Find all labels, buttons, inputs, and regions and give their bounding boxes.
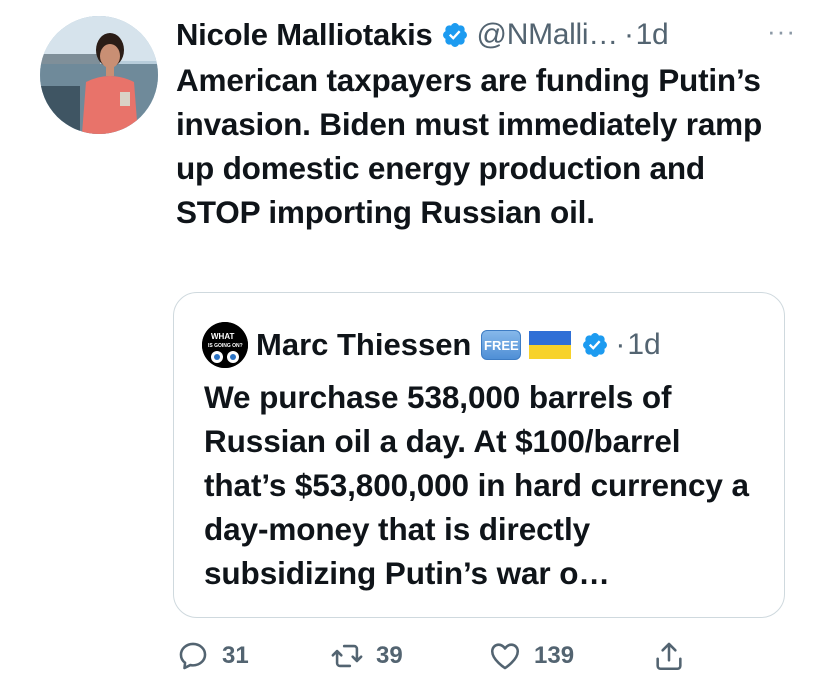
tweet-content: Nicole Malliotakis @NMalli… · 1d ··· Ame…	[176, 14, 796, 234]
author-name[interactable]: Nicole Malliotakis	[176, 17, 433, 53]
like-button[interactable]: 139	[488, 636, 574, 676]
quoted-tweet-text: We purchase 538,000 barrels of Russian o…	[204, 379, 749, 591]
tweet-timestamp[interactable]: 1d	[636, 18, 669, 52]
free-badge-icon: FREE	[481, 330, 522, 360]
quoted-timestamp[interactable]: 1d	[627, 328, 660, 362]
reply-count: 31	[222, 642, 249, 669]
quoted-author-name[interactable]: Marc Thiessen	[256, 327, 471, 363]
retweet-button[interactable]: 39	[330, 636, 403, 676]
more-options-icon[interactable]: ···	[767, 16, 796, 47]
tweet-actions: 31 39 139	[176, 636, 796, 676]
verified-badge-icon	[441, 21, 469, 49]
tweet-header: Nicole Malliotakis @NMalli… · 1d	[176, 14, 796, 56]
avatar-text-bottom: IS GOING ON?	[208, 343, 243, 349]
reply-icon	[179, 642, 207, 670]
tweet-text: American taxpayers are funding Putin’s i…	[176, 62, 763, 230]
quoted-header-separator: ·	[615, 328, 626, 361]
quoted-tweet-card[interactable]: WHAT IS GOING ON? Marc Thiessen FREE · 1…	[173, 292, 785, 618]
retweet-count: 39	[376, 642, 403, 669]
quoted-author-avatar[interactable]: WHAT IS GOING ON?	[202, 322, 248, 368]
share-button[interactable]	[652, 636, 686, 676]
quoted-avatar-logo: WHAT IS GOING ON?	[202, 322, 248, 368]
retweet-icon	[331, 644, 363, 668]
author-photo	[40, 16, 158, 134]
ukraine-flag-icon	[529, 331, 572, 359]
author-avatar[interactable]	[40, 16, 158, 134]
author-handle[interactable]: @NMalli…	[477, 18, 619, 52]
avatar-text-top: WHAT	[211, 332, 235, 341]
share-icon	[656, 642, 682, 671]
quoted-tweet-header: WHAT IS GOING ON? Marc Thiessen FREE · 1…	[202, 322, 661, 368]
verified-badge-icon	[581, 331, 609, 359]
tweet[interactable]: Nicole Malliotakis @NMalli… · 1d ··· Ame…	[0, 0, 828, 696]
header-separator: ·	[623, 18, 634, 51]
reply-button[interactable]: 31	[176, 636, 249, 676]
heart-icon	[490, 643, 520, 670]
like-count: 139	[534, 642, 575, 669]
